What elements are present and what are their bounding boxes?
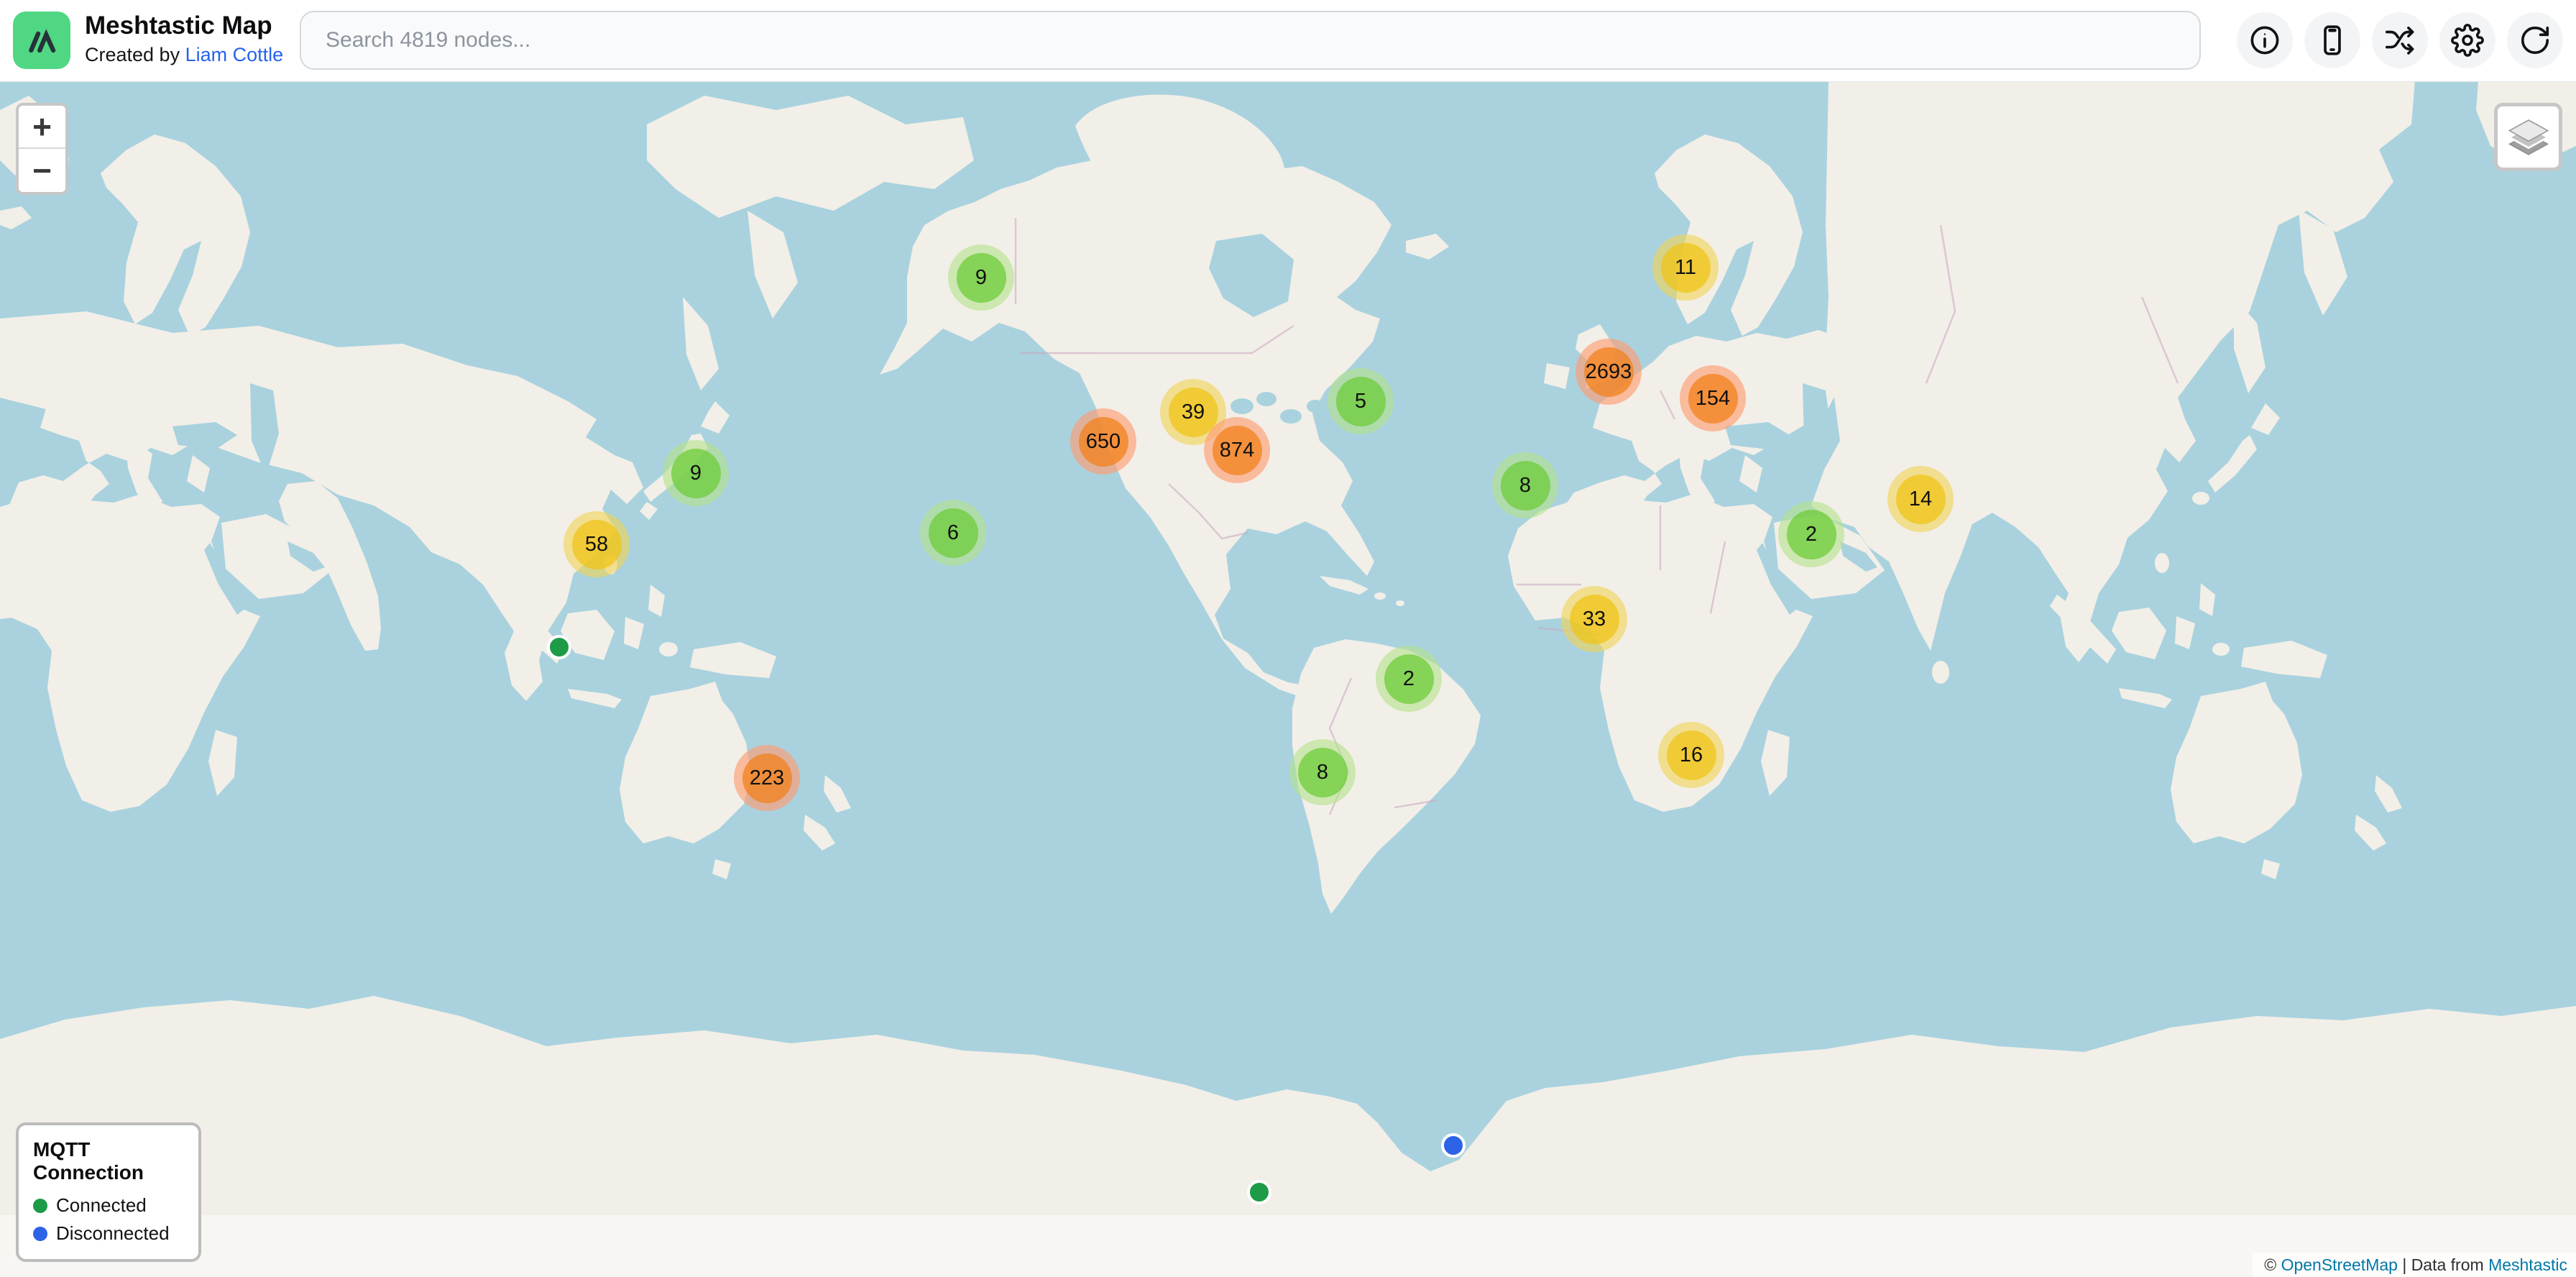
zoom-out-button[interactable]: − <box>19 149 65 192</box>
cluster-marker[interactable]: 2 <box>1376 646 1442 712</box>
cluster-marker[interactable]: 874 <box>1204 417 1270 483</box>
cluster-marker[interactable]: 6 <box>920 500 986 566</box>
byline-prefix: Created by <box>85 44 185 65</box>
refresh-button[interactable] <box>2507 12 2563 68</box>
smartphone-icon <box>2316 24 2349 57</box>
shuffle-icon <box>2383 24 2416 57</box>
mqtt-legend: MQTT Connection Connected Disconnected <box>16 1122 201 1262</box>
title-block: Meshtastic Map Created by Liam Cottle <box>85 10 283 68</box>
mobile-app-button[interactable] <box>2304 12 2360 68</box>
gear-icon <box>2451 24 2484 57</box>
cluster-marker[interactable]: 9 <box>663 440 729 506</box>
legend-title: MQTT Connection <box>33 1138 184 1184</box>
cluster-marker[interactable]: 223 <box>734 745 800 811</box>
info-button[interactable] <box>2237 12 2293 68</box>
node-dot-connected[interactable] <box>547 635 571 659</box>
cluster-marker[interactable]: 2693 <box>1576 339 1642 405</box>
meshtastic-link[interactable]: Meshtastic <box>2488 1255 2567 1274</box>
page-title: Meshtastic Map <box>85 10 283 42</box>
cluster-marker[interactable]: 8 <box>1492 452 1558 518</box>
legend-label: Connected <box>56 1194 147 1217</box>
layers-icon <box>2506 114 2552 160</box>
search-input[interactable] <box>300 11 2201 70</box>
world-map <box>0 81 2576 1277</box>
meshtastic-logo-icon <box>13 12 70 69</box>
map-canvas[interactable] <box>0 81 2576 1277</box>
cluster-marker[interactable]: 9 <box>948 244 1014 311</box>
node-dot-disconnected[interactable] <box>1441 1133 1466 1158</box>
disconnected-dot-icon <box>33 1227 47 1241</box>
cluster-marker[interactable]: 58 <box>564 511 630 577</box>
app-header: Meshtastic Map Created by Liam Cottle <box>0 0 2576 82</box>
cluster-marker[interactable]: 2 <box>1778 501 1844 567</box>
node-dot-connected[interactable] <box>1247 1180 1271 1204</box>
cluster-marker[interactable]: 5 <box>1328 368 1394 434</box>
random-node-button[interactable] <box>2372 12 2428 68</box>
cluster-marker[interactable]: 16 <box>1658 722 1724 788</box>
layers-button[interactable] <box>2494 103 2562 171</box>
info-icon <box>2248 24 2281 57</box>
openstreetmap-link[interactable]: OpenStreetMap <box>2281 1255 2398 1274</box>
legend-label: Disconnected <box>56 1222 170 1245</box>
copyright-text: © <box>2264 1255 2281 1274</box>
legend-row-connected: Connected <box>33 1194 184 1217</box>
zoom-in-button[interactable]: + <box>19 106 65 149</box>
refresh-icon <box>2518 24 2552 57</box>
cluster-marker[interactable]: 650 <box>1070 408 1136 475</box>
connected-dot-icon <box>33 1199 47 1213</box>
zoom-control: + − <box>16 103 68 195</box>
cluster-marker[interactable]: 8 <box>1289 739 1356 805</box>
map-attribution: © OpenStreetMap | Data from Meshtastic <box>2253 1253 2576 1277</box>
byline: Created by Liam Cottle <box>85 42 283 68</box>
author-link[interactable]: Liam Cottle <box>185 44 284 65</box>
toolbar <box>2237 12 2563 68</box>
attribution-separator: | Data from <box>2398 1255 2488 1274</box>
settings-button[interactable] <box>2439 12 2496 68</box>
cluster-marker[interactable]: 33 <box>1561 586 1627 652</box>
cluster-marker[interactable]: 11 <box>1652 234 1719 301</box>
cluster-marker[interactable]: 154 <box>1680 365 1746 431</box>
legend-row-disconnected: Disconnected <box>33 1222 184 1245</box>
cluster-marker[interactable]: 14 <box>1887 466 1954 532</box>
